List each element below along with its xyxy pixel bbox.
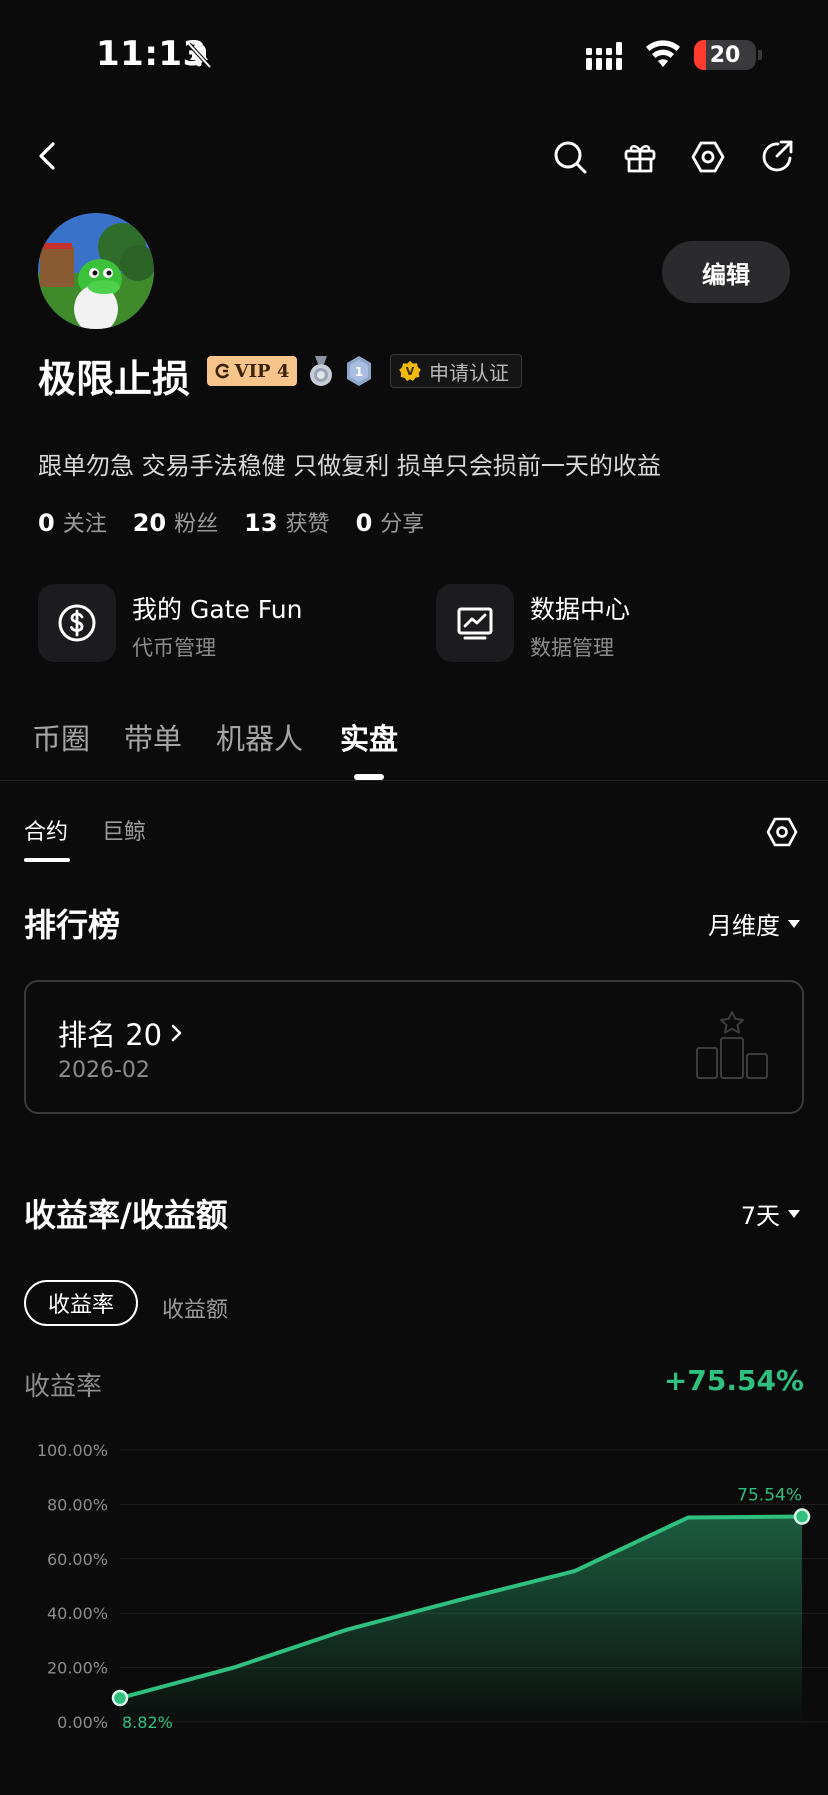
tab-crypto[interactable]: 币圈 xyxy=(32,716,90,758)
toggle-return-amount[interactable]: 收益额 xyxy=(162,1292,228,1324)
data-center-card[interactable]: 数据中心 数据管理 xyxy=(436,584,796,670)
verified-badge-letter: V xyxy=(406,365,415,378)
rank-label[interactable]: 排名 20 xyxy=(58,1012,186,1054)
level-badge-number: 1 xyxy=(355,365,363,379)
returns-period-dropdown[interactable]: 7天 xyxy=(741,1196,800,1231)
stat-number: 13 xyxy=(244,509,278,537)
share-icon[interactable] xyxy=(757,137,797,177)
returns-title: 收益率/收益额 xyxy=(24,1196,228,1234)
caret-down-icon xyxy=(788,919,800,928)
subtab-active-indicator xyxy=(24,858,70,862)
tab-live-trading[interactable]: 实盘 xyxy=(340,716,398,758)
apply-verification-label: 申请认证 xyxy=(429,360,509,385)
gate-fun-tile xyxy=(38,584,116,662)
data-center-tile xyxy=(436,584,514,662)
podium-icon xyxy=(696,1011,768,1079)
tab-bots[interactable]: 机器人 xyxy=(216,716,303,758)
y-tick-label: 100.00% xyxy=(37,1441,108,1460)
ranking-period-label: 月维度 xyxy=(708,912,780,940)
verified-badge-icon: V xyxy=(399,361,421,381)
metric-label: 收益率 xyxy=(24,1372,103,1402)
apply-verification-button[interactable]: V 申请认证 xyxy=(390,354,522,388)
ranking-period-dropdown[interactable]: 月维度 xyxy=(708,906,800,941)
vip-logo-icon xyxy=(215,363,229,379)
wifi-icon xyxy=(646,40,680,67)
stat-label: 关注 xyxy=(62,512,107,537)
stat-likes[interactable]: 13 获赞 xyxy=(244,506,329,538)
vip-label: VIP 4 xyxy=(234,360,290,382)
stat-label: 分享 xyxy=(380,512,425,537)
profile-name: 极限止损 xyxy=(38,357,191,401)
stat-label: 粉丝 xyxy=(174,512,219,537)
series-area xyxy=(120,1516,802,1722)
start-point xyxy=(111,1689,129,1707)
gate-fun-card[interactable]: 我的 Gate Fun 代币管理 xyxy=(38,584,428,670)
avatar[interactable] xyxy=(38,213,154,329)
settings-hexagon-icon[interactable] xyxy=(688,137,728,177)
dollar-circle-icon xyxy=(58,604,96,642)
end-value-label: 75.54% xyxy=(737,1486,802,1506)
chart-monitor-icon xyxy=(457,607,493,640)
tab-divider xyxy=(0,780,828,781)
caret-down-icon xyxy=(788,1209,800,1218)
stat-followers[interactable]: 20 粉丝 xyxy=(133,506,218,538)
stat-label: 获赞 xyxy=(285,512,330,537)
data-center-subtitle: 数据管理 xyxy=(530,636,614,660)
gate-fun-subtitle: 代币管理 xyxy=(132,636,216,660)
chevron-right-icon xyxy=(171,1024,182,1042)
search-icon[interactable] xyxy=(550,137,590,177)
silver-medal-icon[interactable] xyxy=(306,354,336,388)
stat-number: 0 xyxy=(355,509,373,537)
cellular-signal-icon xyxy=(586,42,622,70)
back-chevron-icon[interactable] xyxy=(28,136,68,176)
data-center-title: 数据中心 xyxy=(530,595,631,624)
y-tick-label: 20.00% xyxy=(47,1659,108,1678)
vip-badge[interactable]: VIP 4 xyxy=(207,356,297,386)
y-tick-label: 0.00% xyxy=(57,1713,108,1730)
stat-following[interactable]: 0 关注 xyxy=(38,506,107,538)
y-tick-label: 60.00% xyxy=(47,1550,108,1569)
profile-bio: 跟单勿急 交易手法稳健 只做复利 损单只会损前一天的收益 xyxy=(38,452,661,480)
subtab-whale[interactable]: 巨鲸 xyxy=(102,814,146,846)
stat-number: 20 xyxy=(132,509,167,537)
rank-date: 2026-02 xyxy=(58,1058,150,1083)
returns-period-label: 7天 xyxy=(740,1202,780,1230)
start-value-label: 8.82% xyxy=(122,1713,173,1730)
y-tick-label: 40.00% xyxy=(47,1604,108,1623)
ranking-title: 排行榜 xyxy=(24,906,121,944)
gift-icon[interactable] xyxy=(620,137,660,177)
battery-cap xyxy=(758,50,762,60)
y-tick-label: 80.00% xyxy=(47,1495,108,1514)
battery-level: 20 xyxy=(709,42,741,68)
metric-value: +75.54% xyxy=(663,1364,804,1397)
stat-shares[interactable]: 0 分享 xyxy=(356,506,425,538)
bell-muted-icon xyxy=(187,42,212,69)
ranking-card[interactable]: 排名 20 2026-02 xyxy=(24,980,804,1114)
gate-fun-title: 我的 Gate Fun xyxy=(132,595,303,624)
edit-profile-button[interactable]: 编辑 xyxy=(662,241,790,303)
rank-text: 排名 20 xyxy=(58,1018,163,1052)
profile-stats: 0 关注 20 粉丝 13 获赞 0 分享 xyxy=(38,506,424,538)
end-point xyxy=(793,1508,811,1525)
settings-hexagon-icon[interactable] xyxy=(764,814,800,850)
battery-indicator: 20 xyxy=(694,40,756,70)
returns-chart[interactable]: 0.00% 20.00% 40.00% 60.00% 80.00% 100.00% 8.82… xyxy=(0,1420,828,1730)
subtab-futures[interactable]: 合约 xyxy=(24,814,68,846)
level-badge-icon[interactable]: 1 xyxy=(344,354,374,388)
stat-number: 0 xyxy=(38,509,55,537)
tab-lead-trading[interactable]: 带单 xyxy=(124,716,182,758)
toggle-return-rate[interactable]: 收益率 xyxy=(24,1280,138,1326)
